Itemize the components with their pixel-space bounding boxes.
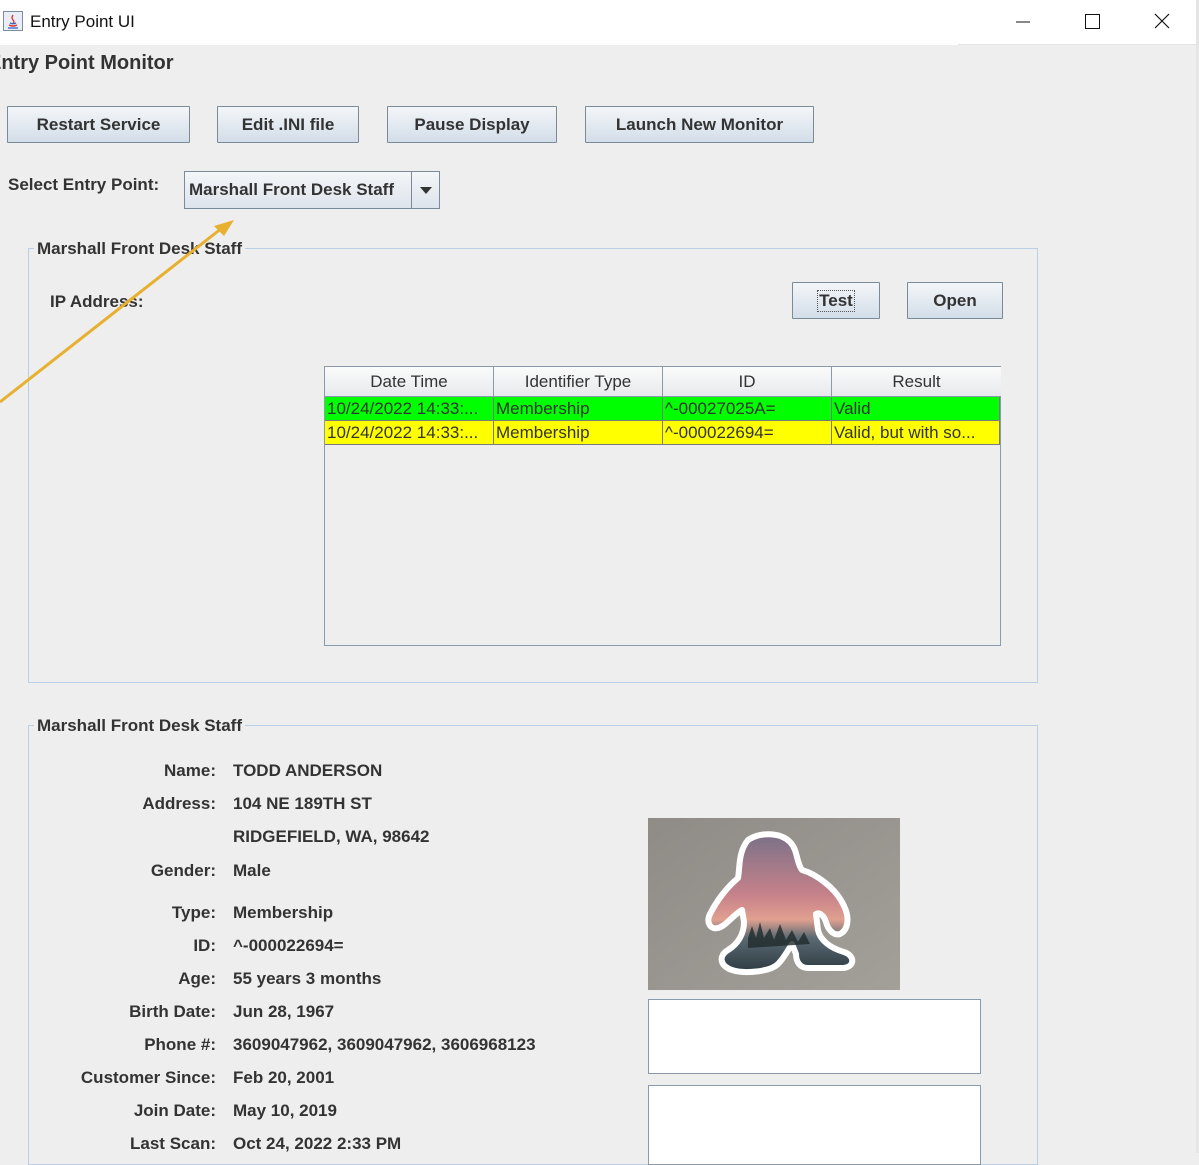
birth-date-label: Birth Date:: [129, 1002, 216, 1021]
entry-point-select[interactable]: Marshall Front Desk Staff: [184, 171, 440, 209]
age-label: Age:: [178, 969, 216, 988]
type-value: Membership: [233, 903, 334, 922]
column-header-result[interactable]: Result: [832, 367, 1001, 397]
column-header-id[interactable]: ID: [663, 367, 832, 397]
cell-identifier-type: Membership: [494, 397, 663, 421]
title-bar: Entry Point UI: [0, 0, 1199, 45]
pause-display-button[interactable]: Pause Display: [387, 106, 557, 143]
cell-result: Valid: [832, 397, 1000, 421]
info-box-2: [648, 1085, 981, 1165]
cell-identifier-type: Membership: [494, 421, 663, 445]
join-date-value: May 10, 2019: [233, 1101, 337, 1120]
info-box-1: [648, 999, 981, 1074]
scan-table[interactable]: Date Time Identifier Type ID Result 10/2…: [324, 366, 1001, 646]
id-label: ID:: [193, 936, 216, 955]
name-label: Name:: [164, 761, 216, 780]
minimize-button[interactable]: [999, 6, 1045, 38]
edit-ini-button[interactable]: Edit .INI file: [217, 106, 359, 143]
table-row[interactable]: 10/24/2022 14:33:... Membership ^-000022…: [325, 421, 1000, 445]
entry-point-label: Select Entry Point:: [8, 175, 160, 194]
title-bar-divider: [958, 44, 1199, 45]
gender-value: Male: [233, 861, 271, 880]
open-button[interactable]: Open: [907, 282, 1003, 319]
test-button[interactable]: Test: [792, 282, 880, 319]
name-value: TODD ANDERSON: [233, 761, 383, 780]
chevron-down-icon[interactable]: [411, 172, 439, 208]
details-panel-title: Marshall Front Desk Staff: [34, 716, 245, 736]
table-row[interactable]: 10/24/2022 14:33:... Membership ^-000270…: [325, 397, 1000, 421]
cell-date-time: 10/24/2022 14:33:...: [325, 397, 494, 421]
column-header-identifier-type[interactable]: Identifier Type: [494, 367, 663, 397]
phone-label: Phone #:: [144, 1035, 216, 1054]
column-header-date-time[interactable]: Date Time: [325, 367, 494, 397]
customer-since-label: Customer Since:: [80, 1068, 216, 1087]
member-photo: [648, 818, 900, 990]
launch-new-monitor-button[interactable]: Launch New Monitor: [585, 106, 814, 143]
test-button-label: Test: [817, 289, 855, 312]
maximize-button[interactable]: [1069, 6, 1115, 38]
cell-result: Valid, but with so...: [832, 421, 1000, 445]
gender-label: Gender:: [150, 861, 216, 880]
address-line2-value: RIDGEFIELD, WA, 98642: [233, 827, 430, 846]
java-app-icon: [3, 11, 23, 31]
close-button[interactable]: [1139, 6, 1185, 38]
age-value: 55 years 3 months: [233, 969, 382, 988]
phone-value: 3609047962, 3609047962, 3606968123: [233, 1035, 536, 1054]
customer-since-value: Feb 20, 2001: [233, 1068, 335, 1087]
address-label: Address:: [142, 794, 216, 813]
window-title: Entry Point UI: [30, 12, 135, 31]
scan-panel-title: Marshall Front Desk Staff: [34, 239, 245, 259]
entry-point-selected: Marshall Front Desk Staff: [189, 180, 394, 199]
join-date-label: Join Date:: [133, 1101, 216, 1120]
type-label: Type:: [171, 903, 216, 922]
ip-address-label: IP Address:: [50, 292, 144, 311]
address-line1-value: 104 NE 189TH ST: [233, 794, 372, 813]
cell-id: ^-00027025A=: [663, 397, 832, 421]
last-scan-value: Oct 24, 2022 2:33 PM: [233, 1134, 402, 1153]
restart-service-button[interactable]: Restart Service: [7, 106, 190, 143]
last-scan-label: Last Scan:: [130, 1134, 216, 1153]
page-title: Entry Point Monitor: [0, 52, 174, 74]
birth-date-value: Jun 28, 1967: [233, 1002, 335, 1021]
cell-id: ^-000022694=: [663, 421, 832, 445]
cell-date-time: 10/24/2022 14:33:...: [325, 421, 494, 445]
id-value: ^-000022694=: [233, 936, 344, 955]
